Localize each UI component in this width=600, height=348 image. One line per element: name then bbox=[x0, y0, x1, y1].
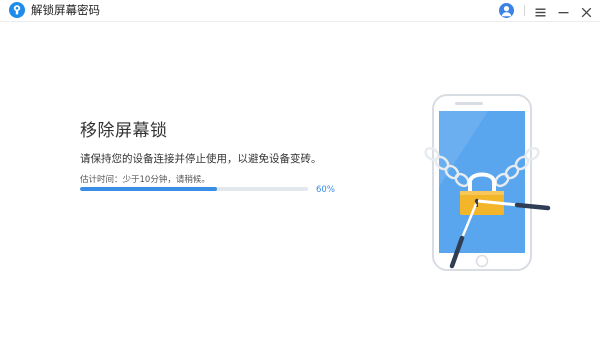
hamburger-menu-icon[interactable] bbox=[534, 4, 547, 17]
instruction-text: 请保持您的设备连接并停止使用，以避免设备变砖。 bbox=[80, 153, 322, 165]
title-bar-divider bbox=[524, 5, 525, 16]
phone-lock-illustration bbox=[418, 92, 558, 274]
user-icon[interactable] bbox=[499, 3, 514, 18]
progress-bar bbox=[80, 187, 308, 191]
app-logo-icon bbox=[9, 2, 25, 18]
page-title: 移除屏幕锁 bbox=[80, 121, 168, 141]
minimize-icon[interactable] bbox=[557, 4, 570, 17]
progress-percentage: 60% bbox=[316, 185, 335, 195]
title-bar: 解锁屏幕密码 bbox=[0, 0, 600, 22]
phone-icon bbox=[432, 94, 532, 271]
progress-bar-fill bbox=[80, 187, 217, 191]
close-icon[interactable] bbox=[580, 4, 593, 18]
estimated-time-text: 估计时间：少于10分钟，请稍候。 bbox=[80, 175, 210, 185]
window-title: 解锁屏幕密码 bbox=[31, 3, 100, 17]
